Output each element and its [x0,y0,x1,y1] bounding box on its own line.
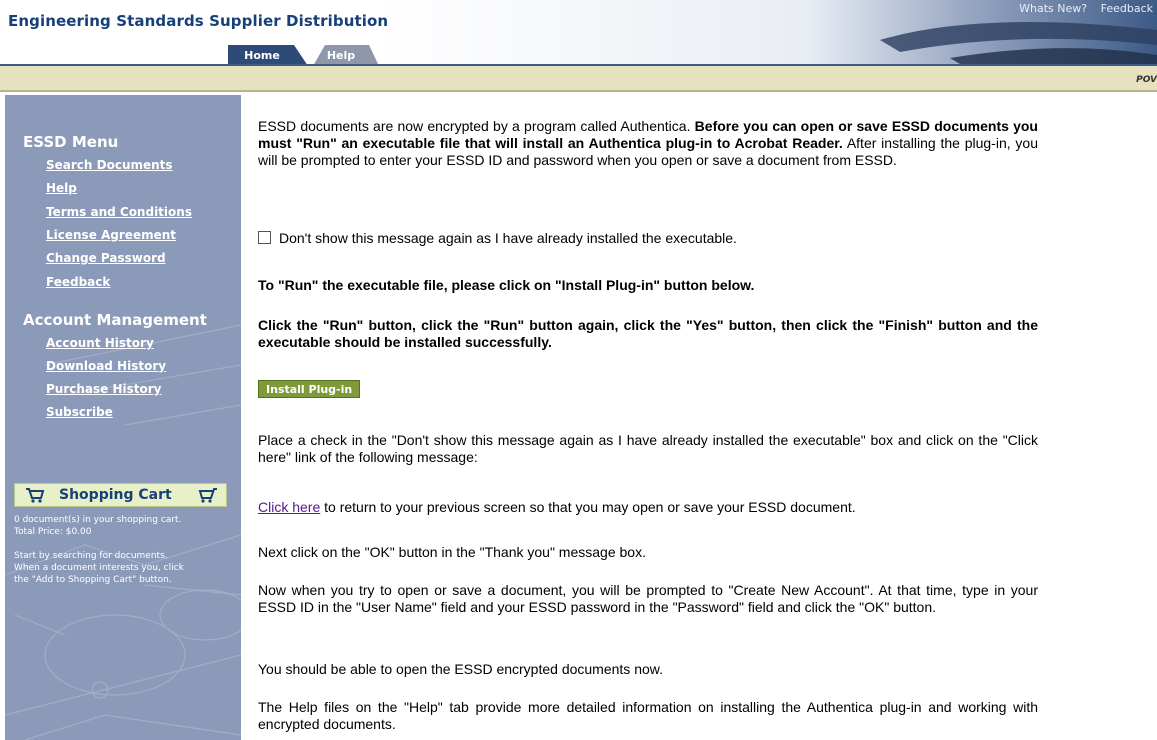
click-instruction: Click the "Run" button, click the "Run" … [258,317,1038,350]
header-band: POV [0,66,1157,92]
site-title: Engineering Standards Supplier Distribut… [8,12,389,30]
nav-feedback[interactable]: Feedback [46,275,110,289]
account-management-heading: Account Management [23,311,207,329]
feedback-top-link[interactable]: Feedback [1101,2,1153,15]
intro-paragraph: ESSD documents are now encrypted by a pr… [258,118,1038,169]
header-banner-graphic [380,0,1157,64]
nav-license-agreement[interactable]: License Agreement [46,228,176,242]
tab-home-label: Home [244,49,280,62]
help-files-paragraph: The Help files on the "Help" tab provide… [258,699,1038,732]
nav-help[interactable]: Help [46,181,77,195]
whats-new-link[interactable]: Whats New? [1019,2,1087,15]
shopping-cart-header[interactable]: Shopping Cart [14,483,227,507]
click-here-link[interactable]: Click here [258,499,320,515]
run-instruction: To "Run" the executable file, please cli… [258,277,755,293]
cart-total: Total Price: $0.00 [14,527,92,537]
tab-help-label: Help [326,49,356,62]
dont-show-again-label: Don't show this message again as I have … [279,230,737,246]
click-here-rest-text: to return to your previous screen so tha… [320,499,856,515]
tab-help[interactable]: Help [303,43,379,66]
dont-show-again-checkbox[interactable] [258,231,271,244]
essd-menu-heading: ESSD Menu [23,133,119,151]
top-links: Whats New? Feedback [1009,2,1153,15]
nav-download-history[interactable]: Download History [46,359,166,373]
intro-text: ESSD documents are now encrypted by a pr… [258,118,695,134]
tab-home[interactable]: Home [228,43,308,66]
cart-hint-line-3: the "Add to Shopping Cart" button. [14,575,172,585]
cart-hint-line-2: When a document interests you, click [14,563,184,573]
nav-account-history[interactable]: Account History [46,336,154,350]
cart-count: 0 document(s) in your shopping cart. [14,515,182,525]
sidebar-background-drawing [5,324,241,740]
nav-change-password[interactable]: Change Password [46,251,166,265]
shopping-cart-title: Shopping Cart [59,487,172,503]
install-plugin-button[interactable]: Install Plug-in [258,380,361,398]
click-here-paragraph: Click here to return to your previous sc… [258,499,1038,516]
header: Engineering Standards Supplier Distribut… [0,0,1157,66]
nav-terms-and-conditions[interactable]: Terms and Conditions [46,205,192,219]
cart-icon [198,488,217,503]
cart-icon [26,488,45,503]
now-when-paragraph: Now when you try to open or save a docum… [258,582,1038,615]
place-check-paragraph: Place a check in the "Don't show this me… [258,432,1038,465]
nav-search-documents[interactable]: Search Documents [46,158,173,172]
nav-subscribe[interactable]: Subscribe [46,405,113,419]
sidebar: ESSD Menu Search Documents Help Terms an… [5,95,241,740]
next-click-paragraph: Next click on the "OK" button in the "Th… [258,544,646,560]
nav-purchase-history[interactable]: Purchase History [46,382,162,396]
band-text: POV [1136,75,1157,85]
cart-hint-line-1: Start by searching for documents. [14,551,168,561]
should-be-able-paragraph: You should be able to open the ESSD encr… [258,661,663,677]
dont-show-again-row: Don't show this message again as I have … [258,230,737,246]
